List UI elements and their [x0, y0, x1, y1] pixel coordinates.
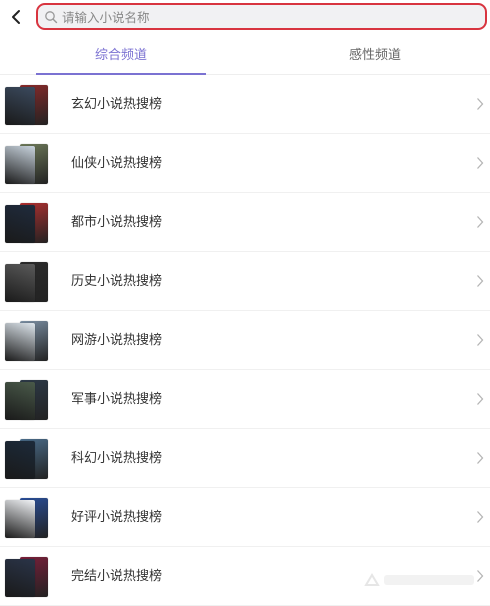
chevron-right-icon — [477, 275, 484, 287]
book-covers — [5, 557, 49, 597]
list-item-label: 历史小说热搜榜 — [71, 274, 163, 289]
book-cover-image — [5, 205, 35, 243]
search-icon — [45, 11, 58, 24]
list-item-label: 军事小说热搜榜 — [71, 392, 163, 407]
chevron-right-icon — [477, 452, 484, 464]
book-cover-image — [5, 146, 35, 184]
list-item[interactable]: 历史小说热搜榜 — [0, 252, 490, 311]
book-cover-image — [5, 264, 35, 302]
list-item[interactable]: 好评小说热搜榜 — [0, 488, 490, 547]
list-item-label: 玄幻小说热搜榜 — [71, 97, 163, 112]
book-covers — [5, 380, 49, 420]
book-covers — [5, 498, 49, 538]
book-covers — [5, 321, 49, 361]
book-covers — [5, 203, 49, 243]
book-cover-image — [5, 323, 35, 361]
search-box[interactable] — [36, 3, 487, 30]
search-input[interactable] — [60, 7, 474, 28]
tab-comprehensive[interactable]: 综合频道 — [36, 42, 206, 74]
chevron-right-icon — [477, 98, 484, 110]
list-item[interactable]: 都市小说热搜榜 — [0, 193, 490, 252]
chevron-right-icon — [477, 334, 484, 346]
chevron-right-icon — [477, 157, 484, 169]
list-item[interactable]: 仙侠小说热搜榜 — [0, 134, 490, 193]
list-item[interactable]: 网游小说热搜榜 — [0, 311, 490, 370]
book-cover-image — [5, 559, 35, 597]
list-item-label: 好评小说热搜榜 — [71, 510, 163, 525]
list-item[interactable]: 玄幻小说热搜榜 — [0, 75, 490, 134]
list-item-label: 完结小说热搜榜 — [71, 569, 163, 584]
list-item[interactable]: 科幻小说热搜榜 — [0, 429, 490, 488]
list-item-label: 仙侠小说热搜榜 — [71, 156, 163, 171]
chevron-right-icon — [477, 216, 484, 228]
list-item[interactable]: 军事小说热搜榜 — [0, 370, 490, 429]
tab-emotional[interactable]: 感性频道 — [290, 42, 460, 74]
book-covers — [5, 85, 49, 125]
top-bar — [0, 0, 490, 36]
watermark-logo — [364, 573, 474, 586]
book-covers — [5, 439, 49, 479]
back-arrow-icon[interactable] — [6, 6, 26, 28]
book-cover-image — [5, 382, 35, 420]
chevron-right-icon — [477, 393, 484, 405]
book-covers — [5, 262, 49, 302]
book-covers — [5, 144, 49, 184]
channel-tabs: 综合频道 感性频道 — [0, 42, 490, 75]
book-cover-image — [5, 500, 35, 538]
list-item-label: 都市小说热搜榜 — [71, 215, 163, 230]
list-item-label: 科幻小说热搜榜 — [71, 451, 163, 466]
book-cover-image — [5, 87, 35, 125]
list-item-label: 网游小说热搜榜 — [71, 333, 163, 348]
book-cover-image — [5, 441, 35, 479]
chevron-right-icon — [477, 511, 484, 523]
